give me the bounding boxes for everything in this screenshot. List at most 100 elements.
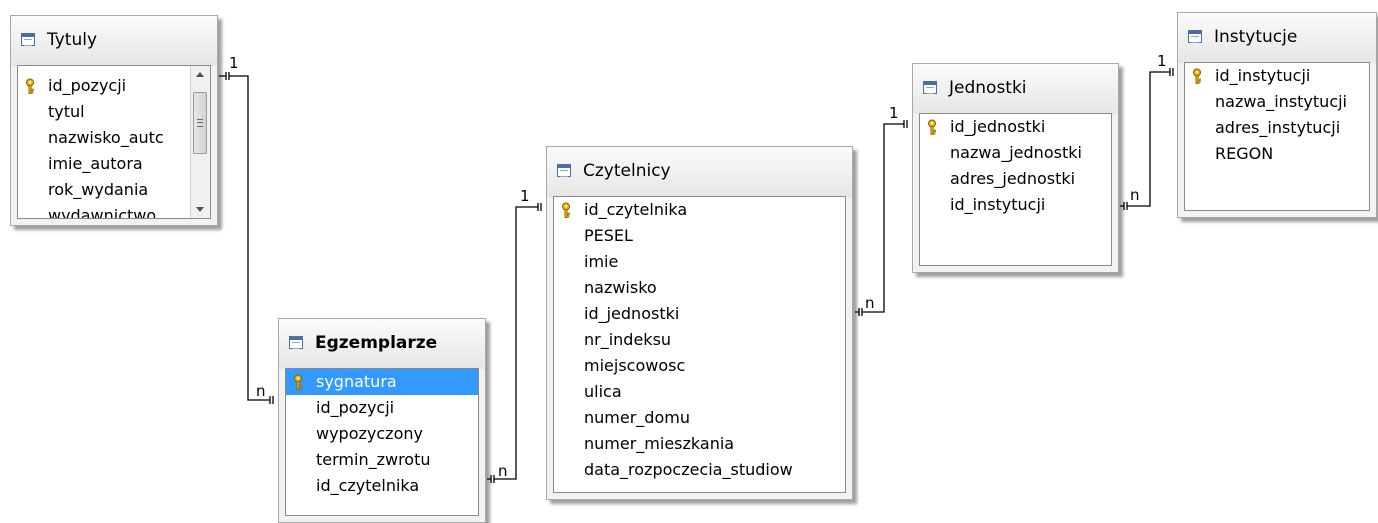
key-icon xyxy=(1193,68,1201,84)
field-id-czytelnika[interactable]: id_czytelnika xyxy=(554,197,845,223)
field-wypozyczony[interactable]: wypozyczony xyxy=(286,421,478,447)
table-jednostki[interactable]: Jednostki id_jednostki nazwa_jednostki a… xyxy=(912,63,1119,273)
table-instytucje[interactable]: Instytucje id_instytucji nazwa_instytucj… xyxy=(1177,12,1377,218)
field-name: rok_wydania xyxy=(48,180,149,199)
scrollbar-thumb[interactable] xyxy=(193,92,207,154)
table-tytuly-title: Tytuly xyxy=(47,30,98,50)
table-tytuly-scrollbar[interactable] xyxy=(190,66,210,218)
field-nazwisko-autora[interactable]: nazwisko_autc xyxy=(18,125,190,151)
field-name: numer_mieszkania xyxy=(584,434,735,453)
table-jednostki-title: Jednostki xyxy=(949,78,1027,98)
table-icon xyxy=(557,164,571,177)
relation-tytuly-egzemplarze-one-label: 1 xyxy=(229,54,239,72)
key-icon xyxy=(928,119,936,135)
field-name: miejscowosc xyxy=(584,356,686,375)
field-name: tytul xyxy=(48,102,85,121)
table-czytelnicy-field-list[interactable]: id_czytelnika PESEL imie nazwisko id_jed… xyxy=(553,196,846,493)
field-name: PESEL xyxy=(584,226,633,245)
relation-jednostki-czytelnicy[interactable] xyxy=(855,120,908,316)
key-icon xyxy=(294,374,302,390)
field-id-pozycji[interactable]: id_pozycji xyxy=(286,395,478,421)
field-name: imie xyxy=(584,252,619,271)
table-instytucje-header[interactable]: Instytucje xyxy=(1178,13,1376,63)
table-egzemplarze-field-list[interactable]: sygnatura id_pozycji wypozyczony termin_… xyxy=(285,368,479,516)
field-name: REGON xyxy=(1215,144,1274,163)
field-data-rozpoczecia-studiow[interactable]: data_rozpoczecia_studiow xyxy=(554,457,845,483)
relation-czytelnicy-egzemplarze[interactable] xyxy=(487,203,542,483)
field-adres-instytucji[interactable]: adres_instytucji xyxy=(1185,115,1369,141)
table-czytelnicy[interactable]: Czytelnicy id_czytelnika PESEL imie nazw… xyxy=(546,146,853,500)
relation-jednostki-czytelnicy-one-label: 1 xyxy=(889,104,899,122)
table-egzemplarze[interactable]: Egzemplarze sygnatura id_pozycji wypozyc… xyxy=(278,318,486,523)
table-tytuly-field-list[interactable]: id_pozycji tytul nazwisko_autc imie_auto… xyxy=(17,65,211,219)
table-icon xyxy=(1188,30,1202,43)
field-id-jednostki[interactable]: id_jednostki xyxy=(920,114,1111,140)
field-name: nr_indeksu xyxy=(584,330,672,349)
field-name: id_instytucji xyxy=(950,195,1046,214)
field-name: nazwa_instytucji xyxy=(1215,92,1347,111)
field-id-instytucji[interactable]: id_instytucji xyxy=(920,192,1111,218)
field-name: adres_jednostki xyxy=(950,169,1076,188)
field-imie-autora[interactable]: imie_autora xyxy=(18,151,190,177)
field-name: wypozyczony xyxy=(316,424,423,443)
scroll-down-arrow-icon[interactable] xyxy=(191,200,210,218)
table-icon xyxy=(289,336,303,349)
table-egzemplarze-header[interactable]: Egzemplarze xyxy=(279,319,485,369)
field-name: id_jednostki xyxy=(584,304,680,323)
field-name: id_czytelnika xyxy=(316,476,420,495)
field-pesel[interactable]: PESEL xyxy=(554,223,845,249)
field-numer-mieszkania[interactable]: numer_mieszkania xyxy=(554,431,845,457)
field-nazwa-instytucji[interactable]: nazwa_instytucji xyxy=(1185,89,1369,115)
field-name: termin_zwrotu xyxy=(316,450,431,469)
field-name: id_instytucji xyxy=(1215,66,1311,85)
table-icon xyxy=(923,81,937,94)
field-ulica[interactable]: ulica xyxy=(554,379,845,405)
relation-czytelnicy-egzemplarze-one-label: 1 xyxy=(520,187,530,205)
field-name: id_pozycji xyxy=(48,76,127,95)
field-name: numer_domu xyxy=(584,408,690,427)
field-sygnatura[interactable]: sygnatura xyxy=(286,369,478,395)
table-tytuly[interactable]: Tytuly id_pozycji tytul nazwisko_autc im… xyxy=(10,15,218,226)
field-tytul[interactable]: tytul xyxy=(18,99,190,125)
key-icon xyxy=(562,202,570,218)
field-imie[interactable]: imie xyxy=(554,249,845,275)
field-wydawnictwo[interactable]: wydawnictwo xyxy=(18,203,190,219)
relation-tytuly-egzemplarze[interactable] xyxy=(219,72,274,404)
field-name: id_pozycji xyxy=(316,398,395,417)
field-regon[interactable]: REGON xyxy=(1185,141,1369,167)
field-id-pozycji[interactable]: id_pozycji xyxy=(18,73,190,99)
table-jednostki-field-list[interactable]: id_jednostki nazwa_jednostki adres_jedno… xyxy=(919,113,1112,266)
field-nr-indeksu[interactable]: nr_indeksu xyxy=(554,327,845,353)
table-instytucje-field-list[interactable]: id_instytucji nazwa_instytucji adres_ins… xyxy=(1184,62,1370,211)
relation-instytucje-jednostki[interactable] xyxy=(1120,68,1174,210)
field-numer-domu[interactable]: numer_domu xyxy=(554,405,845,431)
field-id-czytelnika[interactable]: id_czytelnika xyxy=(286,473,478,499)
field-termin-zwrotu[interactable]: termin_zwrotu xyxy=(286,447,478,473)
relation-instytucje-jednostki-one-label: 1 xyxy=(1157,52,1167,70)
scroll-up-arrow-icon[interactable] xyxy=(191,66,210,84)
field-miejscowosc[interactable]: miejscowosc xyxy=(554,353,845,379)
field-id-jednostki[interactable]: id_jednostki xyxy=(554,301,845,327)
field-nazwisko[interactable]: nazwisko xyxy=(554,275,845,301)
table-tytuly-header[interactable]: Tytuly xyxy=(11,16,217,66)
relation-jednostki-czytelnicy-many-label: n xyxy=(865,294,875,312)
key-icon xyxy=(26,78,34,94)
field-name: wydawnictwo xyxy=(48,206,157,219)
table-czytelnicy-header[interactable]: Czytelnicy xyxy=(547,147,852,197)
grip-icon xyxy=(197,119,203,127)
field-rok-wydania[interactable]: rok_wydania xyxy=(18,177,190,203)
field-name: adres_instytucji xyxy=(1215,118,1341,137)
field-name: ulica xyxy=(584,382,622,401)
table-icon xyxy=(21,33,35,46)
relation-czytelnicy-egzemplarze-many-label: n xyxy=(498,462,508,480)
field-name: nazwisko_autc xyxy=(48,128,164,147)
table-czytelnicy-title: Czytelnicy xyxy=(583,161,671,181)
field-id-instytucji[interactable]: id_instytucji xyxy=(1185,63,1369,89)
field-adres-jednostki[interactable]: adres_jednostki xyxy=(920,166,1111,192)
field-name: data_rozpoczecia_studiow xyxy=(584,460,793,479)
table-jednostki-header[interactable]: Jednostki xyxy=(913,64,1118,114)
field-nazwa-jednostki[interactable]: nazwa_jednostki xyxy=(920,140,1111,166)
relation-instytucje-jednostki-many-label: n xyxy=(1130,186,1140,204)
field-name: nazwa_jednostki xyxy=(950,143,1082,162)
field-name: id_jednostki xyxy=(950,117,1046,136)
